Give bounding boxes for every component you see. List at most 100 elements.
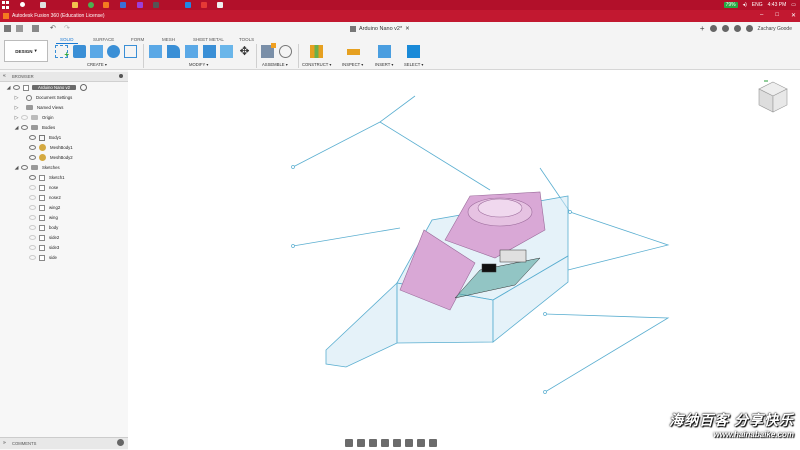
tree-item-origin[interactable]: ▷ Origin: [14, 113, 54, 122]
expand-comments-icon[interactable]: »: [3, 440, 6, 446]
notifications-icon[interactable]: [733, 25, 741, 32]
tree-item-sketch[interactable]: nose2: [27, 193, 61, 202]
visibility-icon[interactable]: [29, 235, 36, 240]
expand-arrow-icon[interactable]: ▷: [14, 95, 19, 101]
comments-panel[interactable]: » COMMENTS: [0, 437, 128, 449]
tab-tools[interactable]: TOOLS: [239, 37, 254, 42]
file-icon[interactable]: [16, 25, 23, 32]
tree-item-document-settings[interactable]: ▷ Document Settings: [14, 93, 72, 102]
pan-icon[interactable]: [369, 439, 377, 447]
collapse-arrow-icon[interactable]: ◢: [14, 165, 19, 171]
close-icon[interactable]: ✕: [791, 12, 796, 19]
battery-indicator[interactable]: 79%: [723, 2, 738, 8]
group-create[interactable]: CREATE ▾: [87, 62, 107, 67]
tree-item-sketch[interactable]: wing: [27, 213, 58, 222]
tab-mesh[interactable]: MESH: [162, 37, 175, 42]
select-icon[interactable]: [407, 45, 420, 58]
activate-radio-icon[interactable]: [80, 84, 88, 91]
tab-form[interactable]: FORM: [131, 37, 144, 42]
tree-item-meshbody2[interactable]: MeshBody2: [27, 153, 73, 162]
new-component-icon[interactable]: +: [55, 45, 69, 59]
combine-icon[interactable]: [220, 45, 233, 58]
visibility-icon[interactable]: [29, 135, 36, 140]
visibility-icon[interactable]: [29, 225, 36, 230]
collapse-arrow-icon[interactable]: ◢: [6, 85, 11, 91]
visibility-icon[interactable]: [29, 205, 36, 210]
tree-item-sketches[interactable]: ◢ Sketches: [14, 163, 60, 172]
document-tab[interactable]: Arduino Nano v2* ✕: [350, 23, 410, 35]
tree-item-sketch[interactable]: side2: [27, 233, 59, 242]
tree-item-sketch[interactable]: side3: [27, 243, 59, 252]
expand-arrow-icon[interactable]: ▷: [14, 105, 19, 111]
app2-taskbar-icon[interactable]: [137, 2, 143, 8]
tree-item-sketch1[interactable]: Sketch1: [27, 173, 65, 182]
visibility-icon[interactable]: [29, 155, 36, 160]
shell-icon[interactable]: [203, 45, 216, 58]
tree-item-body1[interactable]: Body1: [27, 133, 61, 142]
visibility-icon[interactable]: [29, 185, 36, 190]
visibility-icon[interactable]: [29, 255, 36, 260]
zoom-icon[interactable]: [381, 439, 389, 447]
tree-item-named-views[interactable]: ▷ Named Views: [14, 103, 64, 112]
speaker-icon[interactable]: ◂): [743, 2, 747, 8]
tab-surface[interactable]: SURFACE: [93, 37, 114, 42]
tree-item-sketch[interactable]: wing2: [27, 203, 60, 212]
workspace-switcher[interactable]: DESIGN ▾: [4, 40, 48, 62]
measure-icon[interactable]: [347, 49, 360, 55]
help-icon[interactable]: [745, 25, 753, 32]
close-tab-icon[interactable]: ✕: [405, 26, 410, 32]
tree-item-sketch[interactable]: nose: [27, 183, 58, 192]
chrome-icon[interactable]: [88, 2, 94, 8]
visibility-icon[interactable]: [13, 85, 20, 90]
redo-icon[interactable]: ↷: [64, 24, 70, 32]
fusion-taskbar-icon[interactable]: [103, 2, 109, 8]
joint-icon[interactable]: [279, 45, 292, 58]
collapse-icon[interactable]: «: [3, 73, 6, 79]
taskview-icon[interactable]: [40, 2, 46, 8]
offset-plane-icon[interactable]: [310, 45, 323, 58]
extensions-icon[interactable]: [709, 25, 717, 32]
expand-arrow-icon[interactable]: ▷: [14, 115, 19, 121]
display-settings-icon[interactable]: [405, 439, 413, 447]
group-modify[interactable]: MODIFY ▾: [189, 62, 208, 67]
user-name[interactable]: Zachary Goode: [758, 26, 792, 32]
file-explorer-icon[interactable]: [72, 2, 78, 8]
insert-image-icon[interactable]: [378, 45, 391, 58]
undo-icon[interactable]: ↶: [50, 24, 56, 32]
new-component-assemble-icon[interactable]: [261, 43, 276, 58]
visibility-icon[interactable]: [21, 115, 28, 120]
tree-item-sketch[interactable]: body: [27, 223, 58, 232]
zoom-window-icon[interactable]: [393, 439, 401, 447]
fillet-icon[interactable]: [167, 45, 180, 58]
group-insert[interactable]: INSERT ▾: [375, 62, 393, 67]
group-select[interactable]: SELECT ▾: [404, 62, 423, 67]
browser-pin-icon[interactable]: [119, 74, 123, 78]
language-indicator[interactable]: ENG: [752, 2, 763, 8]
tree-root[interactable]: ◢ Arduino Nano v2: [6, 83, 88, 92]
search-icon[interactable]: [20, 2, 25, 7]
tree-item-meshbody1[interactable]: MeshBody1: [27, 143, 73, 152]
windows-start-icon[interactable]: [2, 1, 10, 9]
app6-taskbar-icon[interactable]: [217, 2, 223, 8]
clock[interactable]: 4:43 PM: [768, 2, 787, 8]
visibility-icon[interactable]: [29, 175, 36, 180]
maximize-icon[interactable]: □: [775, 12, 779, 19]
group-inspect[interactable]: INSPECT ▾: [342, 62, 363, 67]
collapse-arrow-icon[interactable]: ◢: [14, 125, 19, 131]
sketch-dimension-icon[interactable]: [124, 45, 137, 58]
save-icon[interactable]: [32, 25, 39, 32]
visibility-icon[interactable]: [21, 165, 28, 170]
move-icon[interactable]: ✥: [238, 45, 251, 58]
grid-settings-icon[interactable]: [417, 439, 425, 447]
add-comment-icon[interactable]: [117, 439, 124, 446]
viewports-icon[interactable]: [429, 439, 437, 447]
tab-sheet-metal[interactable]: SHEET METAL: [193, 37, 224, 42]
app-taskbar-icon[interactable]: [120, 2, 126, 8]
tab-solid[interactable]: SOLID: [60, 37, 74, 42]
tree-item-bodies[interactable]: ◢ Bodies: [14, 123, 56, 132]
extrude-icon[interactable]: [90, 45, 103, 58]
minimize-icon[interactable]: –: [760, 12, 763, 19]
app3-taskbar-icon[interactable]: [153, 2, 159, 8]
tree-item-sketch[interactable]: side: [27, 253, 57, 262]
visibility-icon[interactable]: [21, 125, 28, 130]
